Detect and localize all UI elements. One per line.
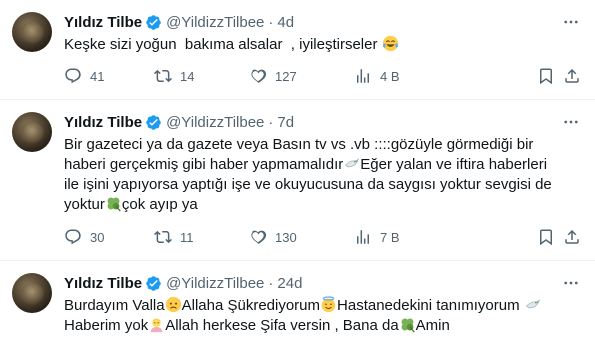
like-count: 127 [275, 68, 297, 84]
tweet-actions: 30 11 130 7 B [64, 227, 583, 247]
tweet-text: Keşke sizi yoğun bakıma alsalar , iyileş… [64, 35, 583, 55]
verified-badge-icon [145, 275, 162, 292]
tweet-text-part: Allah herkese Şifa versin , Bana da [165, 317, 399, 334]
tweet[interactable]: Yıldız Tilbe @YildizzTilbee · 24d Burday… [0, 261, 595, 341]
display-name[interactable]: Yıldız Tilbe [64, 14, 142, 31]
timestamp[interactable]: 4d [277, 14, 294, 31]
heart-icon [249, 67, 267, 85]
display-name[interactable]: Yıldız Tilbe [64, 275, 142, 292]
separator-dot: · [268, 274, 274, 292]
retweet-button[interactable]: 14 [154, 67, 249, 85]
handle[interactable]: @YildizzTilbee [166, 275, 264, 292]
more-icon[interactable] [561, 273, 581, 293]
views-icon [354, 228, 372, 246]
views-button[interactable]: 4 B [354, 67, 464, 85]
bookmark-button[interactable] [537, 67, 563, 85]
tweet-text-part: çok ayıp ya [121, 196, 198, 213]
avatar[interactable] [12, 12, 52, 52]
share-icon [563, 228, 581, 246]
heart-icon [249, 228, 267, 246]
tweet-text-part: Allaha Şükrediyorum [181, 297, 321, 314]
reply-icon [64, 228, 82, 246]
tweet-text: Burdayım Valla Allaha Şükrediyorum Hastane… [64, 296, 583, 336]
dove-emoji-icon [524, 296, 541, 313]
retweet-button[interactable]: 11 [154, 228, 249, 246]
smiling-face-with-halo-emoji-icon [320, 296, 337, 313]
four-leaf-clover-emoji-icon [105, 195, 122, 212]
handle[interactable]: @YildizzTilbee [166, 114, 264, 131]
views-button[interactable]: 7 B [354, 228, 464, 246]
handle[interactable]: @YildizzTilbee [166, 14, 264, 31]
retweet-count: 11 [180, 229, 194, 245]
more-icon[interactable] [561, 12, 581, 32]
tweet-actions: 41 14 127 4 B [64, 66, 583, 86]
reply-count: 41 [90, 68, 105, 84]
person-shrugging-emoji-icon [148, 316, 165, 333]
reply-count: 30 [90, 229, 105, 245]
tweet-header: Yıldız Tilbe @YildizzTilbee · 4d [64, 12, 583, 32]
retweet-icon [154, 67, 172, 85]
dove-emoji-icon [343, 155, 360, 172]
display-name[interactable]: Yıldız Tilbe [64, 114, 142, 131]
verified-badge-icon [145, 14, 162, 31]
tears-of-joy-emoji-icon [382, 35, 399, 52]
tweet-header: Yıldız Tilbe @YildizzTilbee · 24d [64, 273, 583, 293]
four-leaf-clover-emoji-icon [399, 316, 416, 333]
reply-icon [64, 67, 82, 85]
worried-face-emoji-icon [165, 296, 182, 313]
like-button[interactable]: 130 [249, 228, 354, 246]
timestamp[interactable]: 7d [277, 114, 294, 131]
view-count: 7 B [380, 229, 400, 245]
separator-dot: · [268, 113, 274, 131]
tweet-header: Yıldız Tilbe @YildizzTilbee · 7d [64, 112, 583, 132]
reply-button[interactable]: 30 [64, 228, 154, 246]
retweet-icon [154, 228, 172, 246]
tweet-text-part: Keşke sizi yoğun bakıma alsalar , iyileş… [64, 36, 382, 53]
tweet[interactable]: Yıldız Tilbe @YildizzTilbee · 4d Keşke s… [0, 0, 595, 100]
tweet-text-part: Amin [415, 317, 450, 334]
separator-dot: · [268, 13, 274, 31]
verified-badge-icon [145, 114, 162, 131]
bookmark-icon [537, 67, 555, 85]
share-button[interactable] [563, 228, 583, 246]
share-icon [563, 67, 581, 85]
avatar[interactable] [12, 112, 52, 152]
avatar[interactable] [12, 273, 52, 313]
tweet-text-part: Haberim yok [64, 317, 149, 334]
like-button[interactable]: 127 [249, 67, 354, 85]
tweet-text: Bir gazeteci ya da gazete veya Basın tv … [64, 135, 583, 215]
tweet-text-part: Burdayım Valla [64, 297, 165, 314]
reply-button[interactable]: 41 [64, 67, 154, 85]
tweet-text-part: Hastanedekini tanımıyorum [337, 297, 524, 314]
bookmark-icon [537, 228, 555, 246]
bookmark-button[interactable] [537, 228, 563, 246]
view-count: 4 B [380, 68, 400, 84]
like-count: 130 [275, 229, 297, 245]
more-icon[interactable] [561, 112, 581, 132]
views-icon [354, 67, 372, 85]
share-button[interactable] [563, 67, 583, 85]
retweet-count: 14 [180, 68, 195, 84]
timestamp[interactable]: 24d [277, 275, 302, 292]
tweet[interactable]: Yıldız Tilbe @YildizzTilbee · 7d Bir gaz… [0, 100, 595, 261]
